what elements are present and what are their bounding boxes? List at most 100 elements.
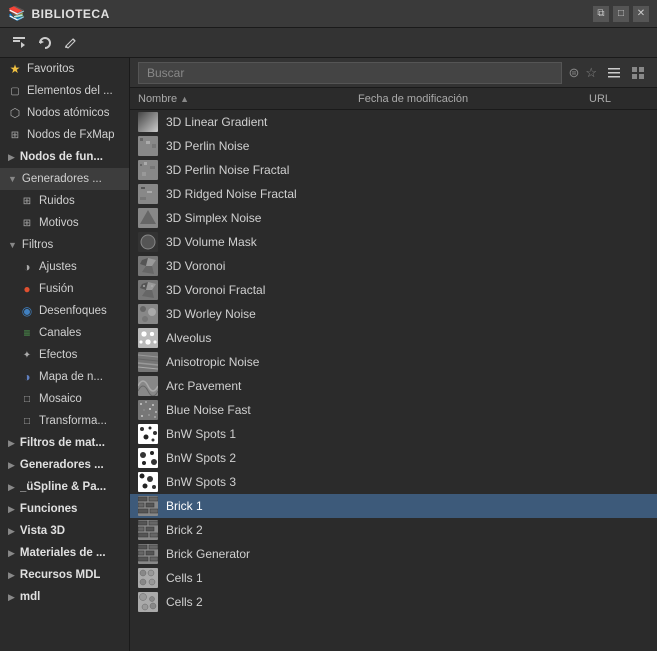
sidebar-item-mdl[interactable]: ▶ mdl <box>0 586 129 608</box>
list-item[interactable]: 3D Simplex Noise <box>130 206 657 230</box>
list-item[interactable]: Alveolus <box>130 326 657 350</box>
sidebar-item-generadores[interactable]: ▼ Generadores ... <box>0 168 129 190</box>
grid-view-btn[interactable] <box>627 62 649 84</box>
sidebar-item-efectos[interactable]: ✦ Efectos <box>0 344 129 366</box>
title-bar: 📚 BIBLIOTECA ⧉ □ ✕ <box>0 0 657 28</box>
list-item[interactable]: 3D Worley Noise <box>130 302 657 326</box>
list-item-cells-2[interactable]: Cells 2 <box>130 590 657 614</box>
sidebar-item-transforma[interactable]: □ Transforma... <box>0 410 129 432</box>
sidebar-label-motivos: Motivos <box>39 217 79 229</box>
table-header: Nombre ▲ Fecha de modificación URL <box>130 88 657 110</box>
sidebar-item-nodos-fun[interactable]: ▶ Nodos de fun... <box>0 146 129 168</box>
list-item[interactable]: 3D Perlin Noise Fractal <box>130 158 657 182</box>
restore-btn[interactable]: ⧉ <box>593 6 609 22</box>
close-btn[interactable]: ✕ <box>633 6 649 22</box>
maximize-btn[interactable]: □ <box>613 6 629 22</box>
sidebar-label-efectos: Efectos <box>39 349 77 361</box>
filter-btn[interactable]: ⊜ <box>568 65 579 81</box>
item-thumb-brick-1 <box>138 496 158 516</box>
item-thumb-bnw-spots-1 <box>138 424 158 444</box>
list-item[interactable]: 3D Voronoi <box>130 254 657 278</box>
sort-icon: ▲ <box>180 94 189 104</box>
list-item-brick-1[interactable]: Brick 1 <box>130 494 657 518</box>
list-item-brick-generator[interactable]: Brick Generator <box>130 542 657 566</box>
list-view-btn[interactable] <box>603 62 625 84</box>
list-item[interactable]: 3D Ridged Noise Fractal <box>130 182 657 206</box>
sidebar-label-fusion: Fusión <box>39 283 74 295</box>
item-name-3d-ridged-noise-fractal: 3D Ridged Noise Fractal <box>166 187 297 201</box>
search-input[interactable] <box>138 62 562 84</box>
main-layout: ★ Favoritos ▢ Elementos del ... ⬡ Nodos … <box>0 58 657 651</box>
list-item[interactable]: Arc Pavement <box>130 374 657 398</box>
sidebar-label-mosaico: Mosaico <box>39 393 82 405</box>
item-name-3d-volume-mask: 3D Volume Mask <box>166 235 257 249</box>
list-item[interactable]: 3D Linear Gradient <box>130 110 657 134</box>
sidebar-label-elementos: Elementos del ... <box>27 85 113 97</box>
sidebar-item-mosaico[interactable]: □ Mosaico <box>0 388 129 410</box>
chevron-right-icon-generadores2: ▶ <box>8 460 15 471</box>
sidebar-label-favoritos: Favoritos <box>27 63 74 75</box>
sidebar-item-vista3d[interactable]: ▶ Vista 3D <box>0 520 129 542</box>
sidebar-item-favoritos[interactable]: ★ Favoritos <box>0 58 129 80</box>
sidebar-item-mapa-n[interactable]: ◑ Mapa de n... <box>0 366 129 388</box>
refresh-icon <box>38 36 52 50</box>
chevron-right-icon-vista3d: ▶ <box>8 526 15 537</box>
refresh-btn[interactable] <box>34 32 56 54</box>
list-item-brick-2[interactable]: Brick 2 <box>130 518 657 542</box>
sidebar-item-desenfoques[interactable]: ◉ Desenfoques <box>0 300 129 322</box>
sidebar-item-canales[interactable]: ≡ Canales <box>0 322 129 344</box>
sidebar-item-generadores2[interactable]: ▶ Generadores ... <box>0 454 129 476</box>
item-name-3d-simplex-noise: 3D Simplex Noise <box>166 211 261 225</box>
sidebar-item-funciones[interactable]: ▶ Funciones <box>0 498 129 520</box>
canales-icon: ≡ <box>20 326 34 340</box>
star-filter-btn[interactable]: ☆ <box>585 65 597 81</box>
sidebar-label-generadores: Generadores ... <box>22 173 102 185</box>
list-item[interactable]: 3D Volume Mask <box>130 230 657 254</box>
sidebar-label-canales: Canales <box>39 327 81 339</box>
item-name-bnw-spots-2: BnW Spots 2 <box>166 451 236 465</box>
sidebar-item-fusion[interactable]: ● Fusión <box>0 278 129 300</box>
sidebar-item-ajustes[interactable]: ◑ Ajustes <box>0 256 129 278</box>
sidebar-item-ruidos[interactable]: ⊞ Ruidos <box>0 190 129 212</box>
star-icon: ★ <box>8 62 22 76</box>
sidebar-item-recursos-mdl[interactable]: ▶ Recursos MDL <box>0 564 129 586</box>
list-item[interactable]: 3D Voronoi Fractal <box>130 278 657 302</box>
import-btn[interactable] <box>8 32 30 54</box>
item-name-alveolus: Alveolus <box>166 331 211 345</box>
item-name-3d-voronoi-fractal: 3D Voronoi Fractal <box>166 283 265 297</box>
edit-btn[interactable] <box>60 32 82 54</box>
sidebar-item-motivos[interactable]: ⊞ Motivos <box>0 212 129 234</box>
list-item[interactable]: Anisotropic Noise <box>130 350 657 374</box>
sidebar-item-elementos[interactable]: ▢ Elementos del ... <box>0 80 129 102</box>
app-window: 📚 BIBLIOTECA ⧉ □ ✕ <box>0 0 657 651</box>
content-area: ⊜ ☆ <box>130 58 657 651</box>
list-item[interactable]: 3D Perlin Noise <box>130 134 657 158</box>
list-item[interactable]: BnW Spots 1 <box>130 422 657 446</box>
item-name-anisotropic-noise: Anisotropic Noise <box>166 355 259 369</box>
sidebar-item-filtros[interactable]: ▼ Filtros <box>0 234 129 256</box>
list-item[interactable]: BnW Spots 3 <box>130 470 657 494</box>
sidebar-item-nodos-atomicos[interactable]: ⬡ Nodos atómicos <box>0 102 129 124</box>
item-thumb-3d-perlin-noise <box>138 136 158 156</box>
col-name-header[interactable]: Nombre ▲ <box>138 93 358 105</box>
title-bar-controls: ⧉ □ ✕ <box>593 6 649 22</box>
sidebar-label-filtros-mat: Filtros de mat... <box>20 437 105 449</box>
sidebar-label-nodos-atomicos: Nodos atómicos <box>27 107 109 119</box>
sidebar-item-uspline[interactable]: ▶ _üSpline & Pa... <box>0 476 129 498</box>
library-icon: 📚 <box>8 5 25 22</box>
sidebar-label-generadores2: Generadores ... <box>20 459 104 471</box>
edit-icon <box>64 36 78 50</box>
sidebar-item-nodos-fxmap[interactable]: ⊞ Nodos de FxMap <box>0 124 129 146</box>
item-thumb-3d-voronoi-fractal <box>138 280 158 300</box>
list-item-cells-1[interactable]: Cells 1 <box>130 566 657 590</box>
item-name-cells-1: Cells 1 <box>166 571 203 585</box>
chevron-right-icon-uspline: ▶ <box>8 482 15 493</box>
col-date-header[interactable]: Fecha de modificación <box>358 93 589 105</box>
item-name-blue-noise-fast: Blue Noise Fast <box>166 403 251 417</box>
sidebar-item-materiales[interactable]: ▶ Materiales de ... <box>0 542 129 564</box>
item-name-arc-pavement: Arc Pavement <box>166 379 241 393</box>
list-item[interactable]: BnW Spots 2 <box>130 446 657 470</box>
sidebar-item-filtros-mat[interactable]: ▶ Filtros de mat... <box>0 432 129 454</box>
item-name-3d-linear-gradient: 3D Linear Gradient <box>166 115 267 129</box>
list-item[interactable]: Blue Noise Fast <box>130 398 657 422</box>
